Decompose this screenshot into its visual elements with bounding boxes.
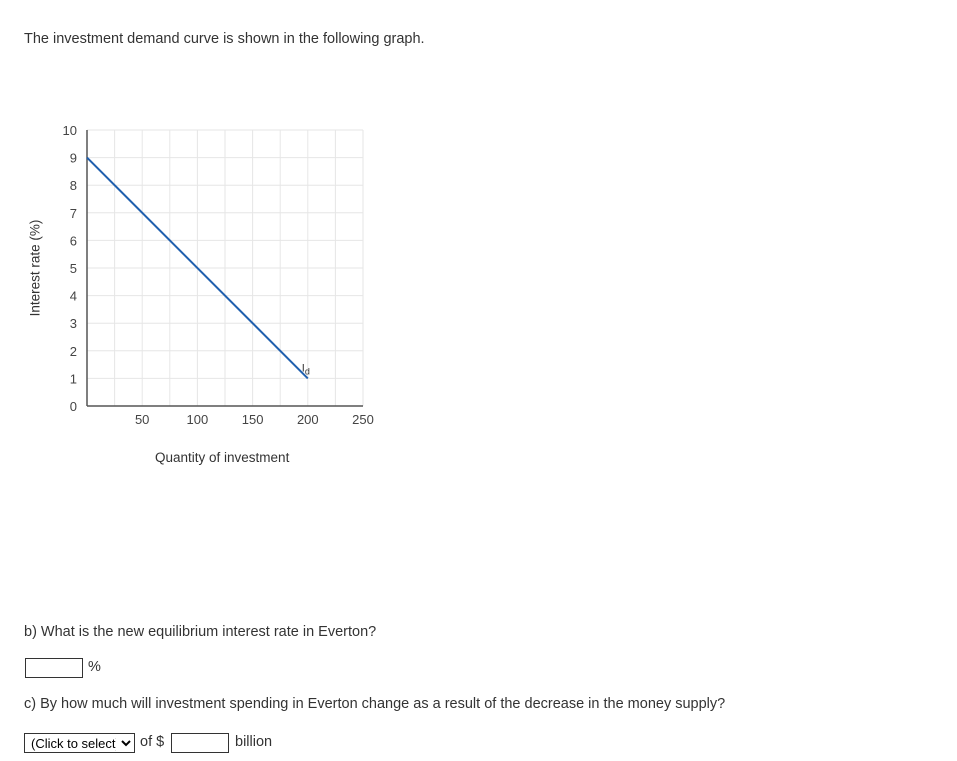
interest-rate-input[interactable] (25, 658, 83, 678)
billion-unit: billion (235, 734, 273, 750)
x-axis-label: Quantity of investment (155, 450, 290, 465)
question-b-text: b) What is the new equilibrium interest … (24, 624, 377, 640)
y-tick-label: 9 (70, 151, 77, 166)
x-tick-label: 200 (297, 412, 319, 427)
y-tick-label: 7 (70, 206, 77, 221)
x-tick-label: 100 (187, 412, 209, 427)
investment-change-input[interactable] (171, 733, 229, 753)
y-tick-label: 0 (70, 399, 77, 414)
series-label: Id (302, 362, 310, 376)
investment-demand-chart: 0 1 2 3 4 5 6 7 8 9 10 50 100 150 200 250 Id (63, 123, 374, 427)
x-tick-label: 250 (352, 412, 374, 427)
y-tick-label: 5 (70, 261, 77, 276)
y-tick-label: 2 (70, 344, 77, 359)
y-tick-label: 4 (70, 289, 77, 304)
y-axis-label: Interest rate (%) (27, 219, 43, 317)
y-tick-label: 10 (63, 123, 77, 138)
x-tick-label: 50 (135, 412, 149, 427)
change-direction-select[interactable]: (Click to select) (24, 733, 135, 753)
y-tick-label: 3 (70, 316, 77, 331)
x-tick-label: 150 (242, 412, 264, 427)
of-dollar-label: of $ (140, 734, 165, 750)
y-tick-label: 6 (70, 233, 77, 248)
question-c-text: c) By how much will investment spending … (24, 696, 726, 712)
y-tick-label: 1 (70, 371, 77, 386)
percent-unit: % (88, 659, 101, 675)
y-tick-label: 8 (70, 178, 77, 193)
